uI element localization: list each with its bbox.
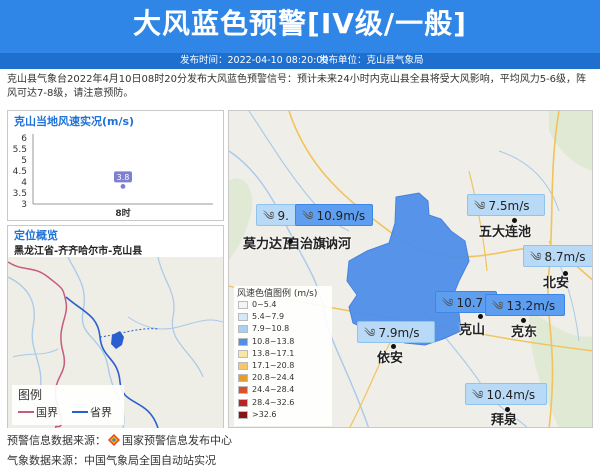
place-dot [521, 318, 526, 323]
warning-source[interactable]: 国家预警信息发布中心 [122, 434, 232, 447]
legend-swatch [238, 398, 248, 407]
place-yian: 依安 [377, 351, 404, 366]
y-tick-label: 4 [21, 178, 27, 188]
legend-swatch [238, 301, 248, 309]
place-wudalianchi: 五大连池 [479, 225, 532, 240]
legend-range-label: 13.8~17.1 [252, 348, 295, 358]
x-tick-label: 8时 [115, 207, 130, 219]
data-label: 3.8 [117, 173, 130, 182]
publish-unit: 发布单位：克山县气象局 [319, 55, 424, 66]
wind-value: 9. [277, 209, 289, 223]
wind-station-box[interactable]: ༄ 10.4m/s [465, 383, 547, 405]
wind-icon: ༄ [364, 326, 376, 340]
legend-range-label: 17.1~20.8 [252, 361, 295, 370]
legend-swatch [238, 325, 248, 334]
place-nehe: 讷河 [325, 237, 352, 252]
wind-map[interactable]: 五大连池 北安 克山 克东 依安 拜泉 莫力达瓦 自治旗 讷河 ༄ 9. ༄ 10.… [228, 110, 593, 428]
location-title: 定位概览 [14, 229, 58, 242]
wind-value: 10.4m/s [486, 388, 536, 402]
y-tick-label: 3.5 [13, 189, 27, 199]
national-border-swatch [18, 411, 34, 413]
place-dot [478, 314, 483, 319]
wind-icon: ༄ [302, 209, 314, 223]
overview-legend: 图例 国界 省界 [12, 385, 124, 425]
place-dot [505, 407, 510, 412]
warning-description: 克山县气象台2022年4月10日08时20分发布大风蓝色预警信号：预计未来24小… [7, 74, 587, 99]
legend-range-label: >32.6 [252, 409, 277, 419]
legend-range-label: 10.8~13.8 [252, 336, 295, 346]
wind-station-box[interactable]: ༄ 7.5m/s [467, 194, 545, 216]
legend-swatch [238, 362, 248, 370]
legend-range-label: 20.8~24.4 [252, 373, 295, 383]
legend-range-label: 5.4~7.9 [252, 312, 285, 322]
wind-value: 8.7m/s [544, 250, 586, 264]
national-border-label: 国界 [36, 406, 58, 419]
place-keshan: 克山 [459, 323, 486, 338]
data-point [120, 184, 126, 189]
wind-value: 13.2m/s [506, 299, 556, 313]
wind-value: 7.5m/s [488, 199, 530, 213]
wind-value: 10.7 [456, 296, 484, 310]
legend-title: 风速色值图例 (m/s) [237, 289, 318, 299]
wind-station-box[interactable]: ༄ 7.9m/s [357, 321, 435, 343]
place-dot [391, 344, 396, 349]
wind-icon: ༄ [492, 299, 504, 313]
wind-icon: ༄ [263, 209, 275, 223]
y-tick-label: 6 [21, 134, 27, 144]
place-dot [512, 218, 517, 223]
legend-swatch [238, 374, 248, 383]
legend-range-label: 0~5.4 [252, 300, 277, 309]
location-path: 黑龙江省-齐齐哈尔市-克山县 [14, 246, 143, 257]
legend-swatch [238, 386, 248, 395]
legend-swatch [238, 349, 248, 358]
legend-swatch [238, 313, 248, 322]
y-tick-label: 4.5 [13, 167, 27, 177]
legend-range-label: 7.9~10.8 [252, 324, 290, 334]
publish-center-logo-icon [108, 434, 120, 446]
wind-speed-chart-panel: 克山当地风速实况(m/s) 6 5.5 5 4.5 4 3.5 3 8时 3.8 [7, 110, 224, 221]
publish-bar: 发布时间：2022-04-10 08:20:00 发布单位：克山县气象局 [0, 53, 600, 69]
place-zizhiqi: 自治旗 [287, 237, 327, 252]
wind-icon: ༄ [474, 199, 486, 213]
legend-range-label: 28.4~32.6 [252, 397, 295, 407]
page-title: 大风蓝色预警[IV级/一般] [133, 7, 467, 40]
wind-value: 7.9m/s [378, 326, 420, 340]
header-banner: 大风蓝色预警[IV级/一般] [0, 0, 600, 53]
location-panel: 定位概览 黑龙江省-齐齐哈尔市-克山县 图例 国界 省界 [7, 225, 224, 428]
place-kedong: 克东 [511, 325, 538, 340]
wind-icon: ༄ [472, 388, 484, 402]
wind-value: 10.9m/s [316, 209, 366, 223]
wind-speed-chart: 65.554.543.53 8时 3.8 [13, 134, 213, 219]
wind-icon: ༄ [442, 296, 454, 310]
wind-station-box[interactable]: ༄ 10.9m/s [295, 204, 373, 226]
weather-source-line: 气象数据来源：中国气象局全国自动站实况 [7, 452, 216, 468]
legend-swatch [238, 410, 248, 419]
provincial-border-label: 省界 [90, 406, 112, 419]
wind-station-box[interactable]: ༄ 13.2m/s [485, 294, 565, 316]
y-tick-label: 5 [21, 156, 27, 166]
legend-range-label: 24.4~28.4 [252, 385, 295, 395]
wind-station-box[interactable]: ༄ 8.7m/s [523, 245, 592, 267]
warning-source-line: 预警信息数据来源： 国家预警信息发布中心 [7, 432, 232, 448]
wind-color-legend: 风速色值图例 (m/s) 0~5.4 5.4~7.9 7.9~10.8 10.8~13… [234, 286, 332, 426]
publish-time: 发布时间：2022-04-10 08:20:00 [180, 55, 329, 66]
place-dot [563, 271, 568, 276]
warning-source-label: 预警信息数据来源： [7, 434, 106, 447]
place-dot [288, 239, 293, 244]
y-tick-label: 5.5 [13, 145, 27, 155]
overview-map[interactable]: 图例 国界 省界 [8, 257, 223, 428]
overview-legend-title: 图例 [18, 388, 43, 402]
y-tick-label: 3 [21, 200, 27, 210]
place-baiquan: 拜泉 [491, 413, 518, 428]
weather-source-label: 气象数据来源： [7, 454, 84, 467]
wind-icon: ༄ [530, 250, 542, 264]
legend-swatch [238, 337, 248, 346]
provincial-border-swatch [72, 411, 88, 413]
weather-source[interactable]: 中国气象局全国自动站实况 [84, 454, 216, 467]
